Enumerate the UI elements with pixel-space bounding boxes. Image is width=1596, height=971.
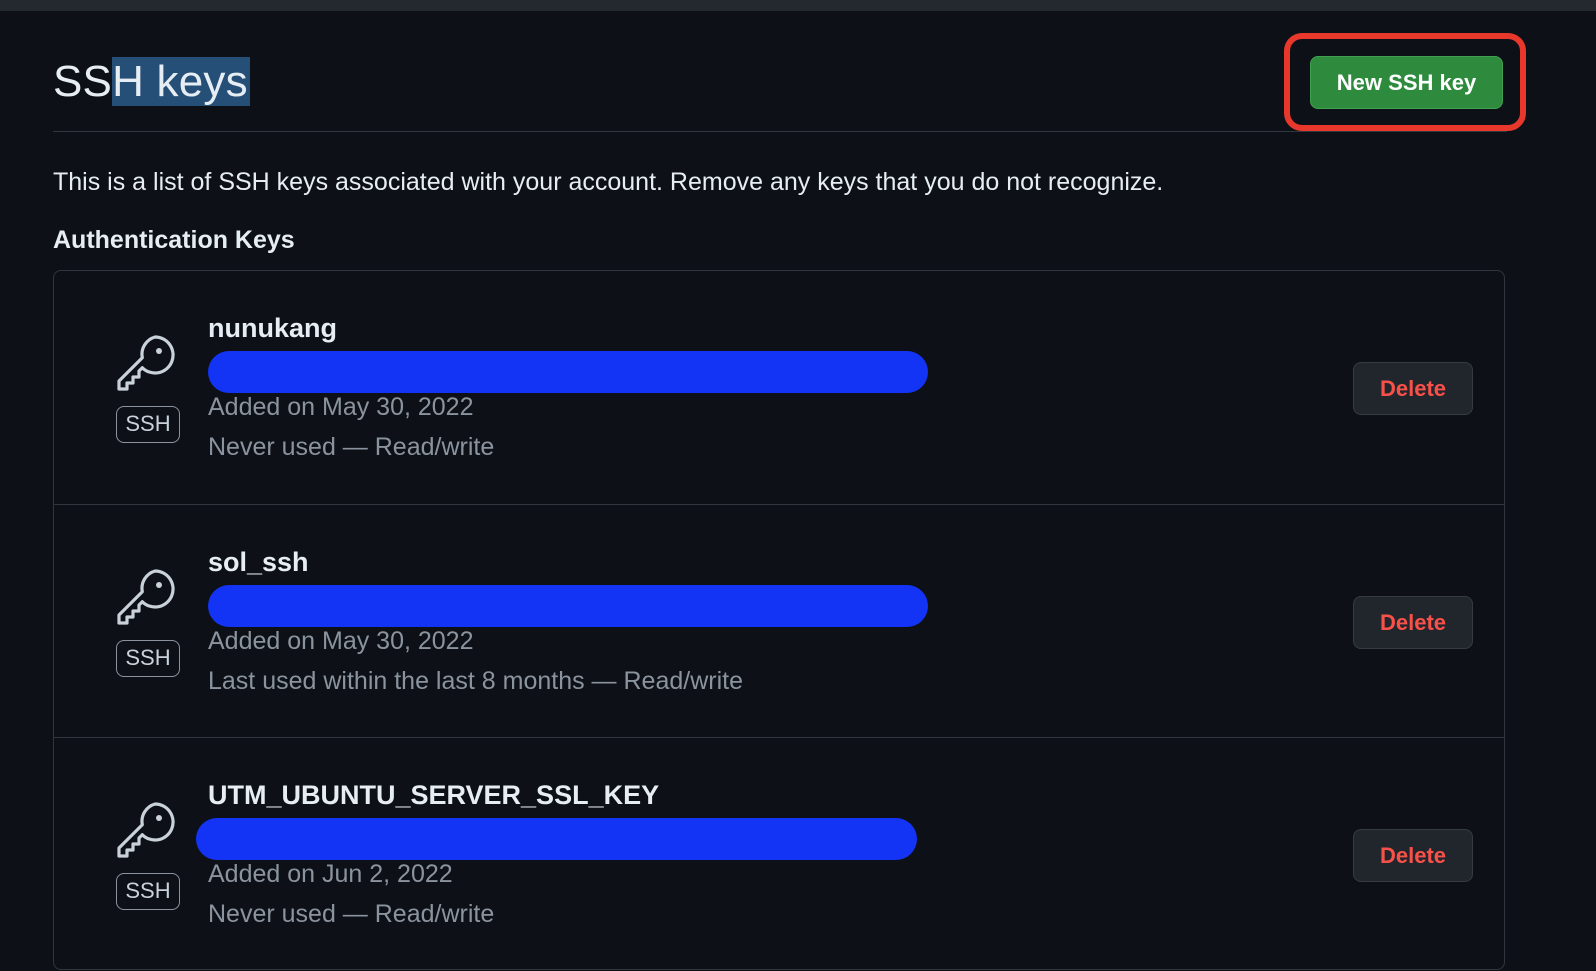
key-added-date: Added on May 30, 2022 (208, 393, 474, 421)
window-top-bar (0, 0, 1596, 11)
ssh-key-row: SSH nunukang Added on May 30, 2022 Never… (54, 271, 1504, 504)
key-icon (117, 569, 175, 625)
authentication-keys-heading: Authentication Keys (53, 226, 295, 254)
page-description: This is a list of SSH keys associated wi… (53, 168, 1164, 196)
new-ssh-key-button[interactable]: New SSH key (1310, 56, 1503, 109)
ssh-badge: SSH (116, 406, 180, 443)
key-usage-status: Never used — Read/write (208, 900, 495, 928)
title-divider (53, 131, 1507, 132)
page-title: SSH keys (53, 48, 250, 115)
key-name: nunukang (208, 313, 337, 343)
page-title-text: SS (53, 57, 113, 106)
ssh-key-row: SSH UTM_UBUNTU_SERVER_SSL_KEY Added on J… (54, 737, 1504, 971)
delete-key-button[interactable]: Delete (1353, 829, 1473, 882)
delete-key-button[interactable]: Delete (1353, 362, 1473, 415)
redacted-fingerprint (208, 351, 928, 393)
key-icon (117, 802, 175, 858)
ssh-key-list: SSH nunukang Added on May 30, 2022 Never… (53, 270, 1505, 970)
ssh-badge: SSH (116, 640, 180, 677)
key-name: UTM_UBUNTU_SERVER_SSL_KEY (208, 780, 660, 810)
redacted-fingerprint (196, 818, 917, 860)
key-added-date: Added on Jun 2, 2022 (208, 860, 453, 888)
ssh-key-row: SSH sol_ssh Added on May 30, 2022 Last u… (54, 504, 1504, 738)
ssh-badge: SSH (116, 873, 180, 910)
key-name: sol_ssh (208, 547, 309, 577)
key-icon (117, 335, 175, 391)
delete-key-button[interactable]: Delete (1353, 596, 1473, 649)
key-added-date: Added on May 30, 2022 (208, 627, 474, 655)
page-title-selected-text: H keys (112, 57, 250, 106)
redacted-fingerprint (208, 585, 928, 627)
key-usage-status: Never used — Read/write (208, 433, 495, 461)
key-usage-status: Last used within the last 8 months — Rea… (208, 667, 743, 695)
